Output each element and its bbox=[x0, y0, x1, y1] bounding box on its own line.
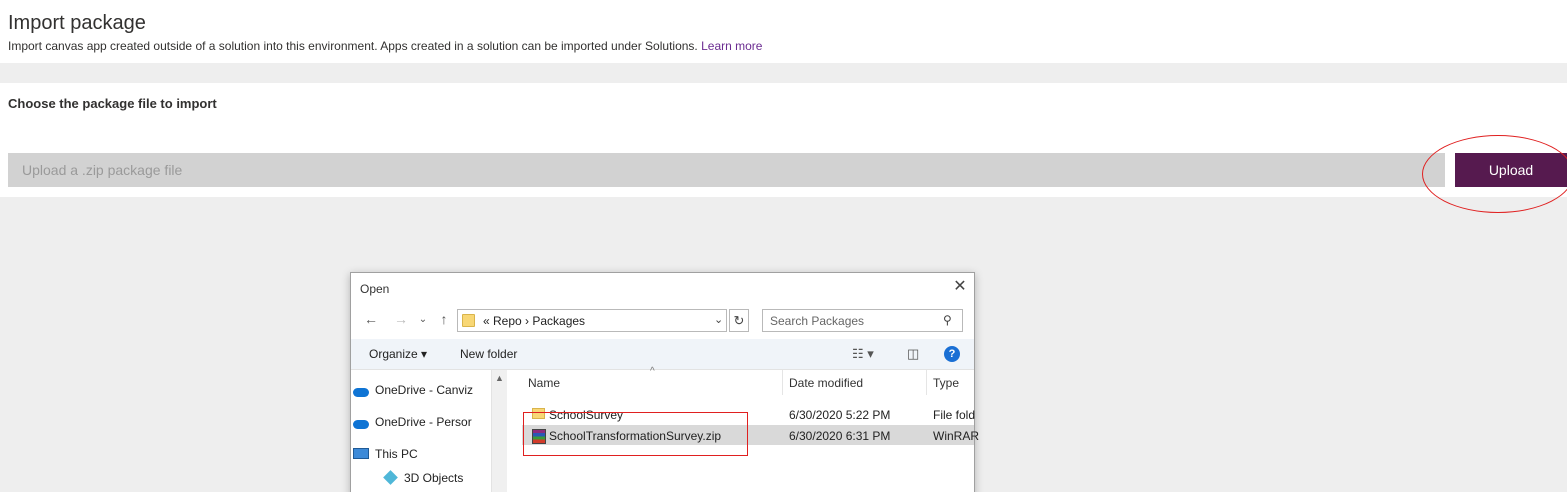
this-pc-icon bbox=[353, 448, 369, 462]
organize-button[interactable]: Organize ▾ bbox=[369, 347, 427, 361]
dialog-title: Open bbox=[360, 282, 390, 296]
nav-item-label: OneDrive - Canviz bbox=[375, 383, 474, 397]
column-header-type[interactable]: Type bbox=[933, 376, 959, 390]
view-options-icon[interactable]: ☷ ▾ bbox=[852, 346, 874, 362]
navigation-pane: OneDrive - Canviz OneDrive - Persor This… bbox=[351, 370, 507, 492]
file-type: File fold bbox=[933, 408, 976, 422]
navigation-scrollbar[interactable]: ▲ bbox=[491, 370, 507, 492]
column-header-name[interactable]: Name bbox=[528, 376, 560, 390]
subtitle-text: Import canvas app created outside of a s… bbox=[8, 39, 698, 53]
preview-pane-icon[interactable]: ◫ bbox=[907, 346, 919, 362]
file-date: 6/30/2020 6:31 PM bbox=[789, 429, 891, 443]
new-folder-button[interactable]: New folder bbox=[460, 347, 517, 361]
nav-item-label: This PC bbox=[375, 447, 418, 461]
nav-item-label: 3D Objects bbox=[404, 471, 464, 485]
file-list: ^ Name Date modified Type SchoolSurvey 6… bbox=[508, 366, 979, 492]
help-icon[interactable]: ? bbox=[944, 346, 960, 362]
file-row-schoolsurvey[interactable]: SchoolSurvey 6/30/2020 5:22 PM File fold bbox=[522, 404, 976, 424]
open-file-dialog: Open ✕ ← → ⌄ ↑ « Repo › Packages ⌄ ↻ ⚲ O… bbox=[350, 272, 979, 492]
winrar-zip-icon bbox=[532, 429, 546, 444]
nav-item-onedrive-personal[interactable]: OneDrive - Persor bbox=[353, 415, 472, 429]
page-subtitle: Import canvas app created outside of a s… bbox=[8, 39, 762, 53]
search-icon: ⚲ bbox=[943, 313, 952, 327]
page-header: Import package Import canvas app created… bbox=[0, 0, 1567, 63]
file-name: SchoolSurvey bbox=[549, 408, 624, 422]
column-header-date[interactable]: Date modified bbox=[789, 376, 863, 390]
column-divider[interactable] bbox=[926, 370, 927, 395]
address-bar[interactable]: « Repo › Packages ⌄ bbox=[457, 309, 727, 332]
onedrive-icon bbox=[353, 418, 369, 432]
import-card: Choose the package file to import Upload bbox=[0, 83, 1567, 197]
column-divider[interactable] bbox=[782, 370, 783, 395]
file-name: SchoolTransformationSurvey.zip bbox=[549, 429, 722, 443]
chevron-down-icon[interactable]: ⌄ bbox=[714, 313, 723, 326]
back-arrow-icon[interactable]: ← bbox=[361, 311, 381, 327]
page-title: Import package bbox=[8, 12, 146, 34]
up-arrow-icon[interactable]: ↑ bbox=[434, 311, 454, 327]
nav-item-this-pc[interactable]: This PC bbox=[353, 447, 418, 461]
section-heading: Choose the package file to import bbox=[8, 96, 217, 111]
dialog-toolbar: Organize ▾ New folder ☷ ▾ ◫ ? bbox=[351, 339, 974, 370]
close-icon[interactable]: ✕ bbox=[951, 278, 969, 296]
scroll-up-icon[interactable]: ▲ bbox=[495, 373, 504, 383]
nav-item-onedrive-canviz[interactable]: OneDrive - Canviz bbox=[353, 383, 474, 397]
nav-item-3d-objects[interactable]: 3D Objects bbox=[383, 470, 464, 485]
recent-locations-chevron-icon[interactable]: ⌄ bbox=[413, 314, 433, 325]
sort-ascending-icon: ^ bbox=[650, 366, 655, 377]
learn-more-link[interactable]: Learn more bbox=[701, 39, 762, 53]
refresh-icon[interactable]: ↻ bbox=[729, 309, 749, 332]
folder-icon bbox=[532, 408, 545, 419]
file-date: 6/30/2020 5:22 PM bbox=[789, 408, 891, 422]
search-input[interactable] bbox=[762, 309, 963, 332]
folder-icon bbox=[462, 314, 475, 327]
file-type: WinRAR bbox=[933, 429, 980, 443]
onedrive-icon bbox=[353, 386, 369, 400]
forward-arrow-icon[interactable]: → bbox=[391, 311, 411, 327]
3d-objects-icon bbox=[383, 470, 398, 487]
file-row-schooltransformationsurvey-zip[interactable]: SchoolTransformationSurvey.zip 6/30/2020… bbox=[522, 425, 979, 445]
section-separator bbox=[0, 63, 1567, 83]
address-path: « Repo › Packages bbox=[483, 314, 586, 328]
nav-item-label: OneDrive - Persor bbox=[375, 415, 472, 429]
upload-button[interactable]: Upload bbox=[1455, 153, 1567, 187]
package-file-input[interactable] bbox=[8, 153, 1445, 187]
